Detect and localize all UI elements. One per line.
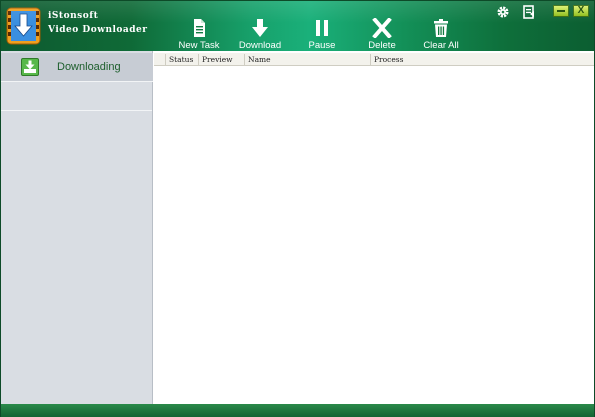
pause-icon <box>316 20 328 36</box>
pause-label: Pause <box>308 40 336 51</box>
download-button[interactable]: Download <box>230 18 290 52</box>
sidebar-divider <box>1 110 152 111</box>
title-bar[interactable]: iStonsoft Video Downloader New Task Down… <box>1 1 594 51</box>
close-button[interactable]: X <box>573 5 589 17</box>
download-label: Download <box>238 40 282 51</box>
minimize-icon <box>557 10 565 12</box>
gear-icon[interactable] <box>496 5 510 19</box>
film-download-logo-icon <box>6 7 41 45</box>
app-name-line2: Video Downloader <box>48 25 148 35</box>
column-header-name[interactable]: Name <box>244 54 370 65</box>
sidebar-item-downloading[interactable]: Downloading <box>1 53 153 82</box>
minimize-button[interactable] <box>553 5 569 17</box>
delete-x-icon <box>372 18 392 38</box>
trash-icon <box>434 19 448 37</box>
new-task-button[interactable]: New Task <box>169 18 229 52</box>
column-header-preview[interactable]: Preview <box>198 54 244 65</box>
table-header: Status Preview Name Process <box>154 53 594 66</box>
download-tray-icon <box>21 58 39 76</box>
new-task-label: New Task <box>178 40 220 51</box>
delete-label: Delete <box>368 40 396 51</box>
download-arrow-icon <box>252 19 268 37</box>
sidebar: Downloading <box>1 51 153 404</box>
column-header-process[interactable]: Process <box>370 54 594 65</box>
status-bar <box>1 404 594 417</box>
app-window: iStonsoft Video Downloader New Task Down… <box>0 0 595 417</box>
app-name-line1: iStonsoft <box>48 11 99 21</box>
pause-button[interactable]: Pause <box>292 18 352 52</box>
new-task-icon <box>194 19 205 37</box>
delete-button[interactable]: Delete <box>352 18 412 52</box>
column-header-status[interactable]: Status <box>165 54 198 65</box>
register-doc-icon[interactable] <box>522 5 536 19</box>
clear-all-button[interactable]: Clear All <box>411 18 471 52</box>
download-list[interactable]: Status Preview Name Process <box>154 51 594 404</box>
sidebar-item-label: Downloading <box>57 61 121 73</box>
clear-all-label: Clear All <box>423 40 459 51</box>
